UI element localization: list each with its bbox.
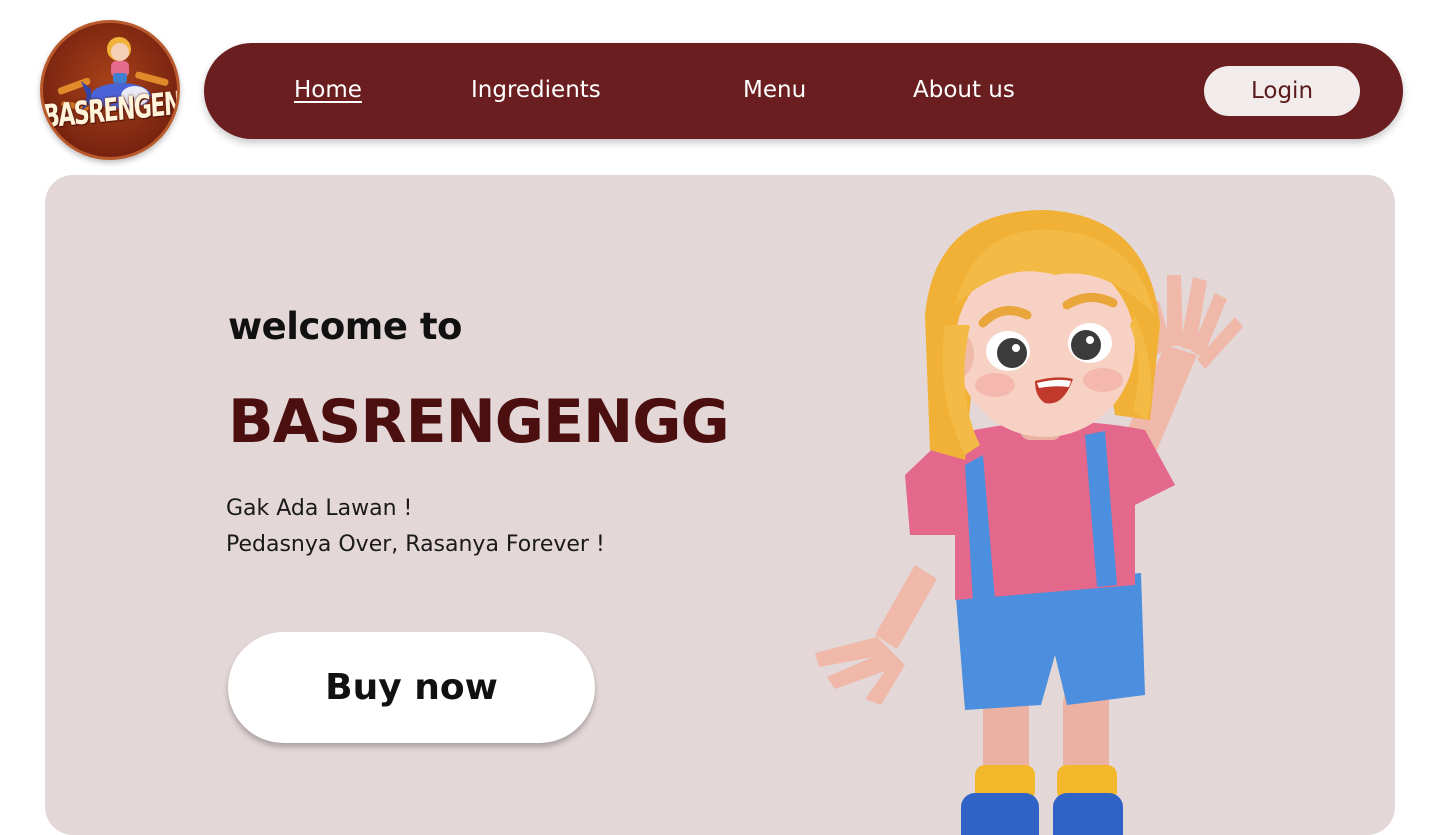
nav-link-about-us[interactable]: About us xyxy=(913,75,1015,105)
hero-tagline-line-2: Pedasnya Over, Rasanya Forever ! xyxy=(226,532,605,557)
nav-link-home[interactable]: Home xyxy=(294,75,362,105)
hero-tagline-line-1: Gak Ada Lawan ! xyxy=(226,496,413,521)
buy-now-button[interactable]: Buy now xyxy=(228,632,595,743)
hero-welcome-text: welcome to xyxy=(228,305,462,348)
brand-logo[interactable]: BASRENGENGG xyxy=(40,20,180,160)
top-navbar: Home Ingredients Menu About us Login xyxy=(204,43,1403,139)
hero-brand-title: BASRENGENGG xyxy=(228,387,730,457)
waving-girl-illustration xyxy=(815,210,1243,835)
nav-link-ingredients[interactable]: Ingredients xyxy=(471,75,601,105)
login-button[interactable]: Login xyxy=(1204,66,1360,116)
nav-link-menu[interactable]: Menu xyxy=(743,75,806,105)
hero-section: welcome to BASRENGENGG Gak Ada Lawan ! P… xyxy=(45,175,1395,835)
